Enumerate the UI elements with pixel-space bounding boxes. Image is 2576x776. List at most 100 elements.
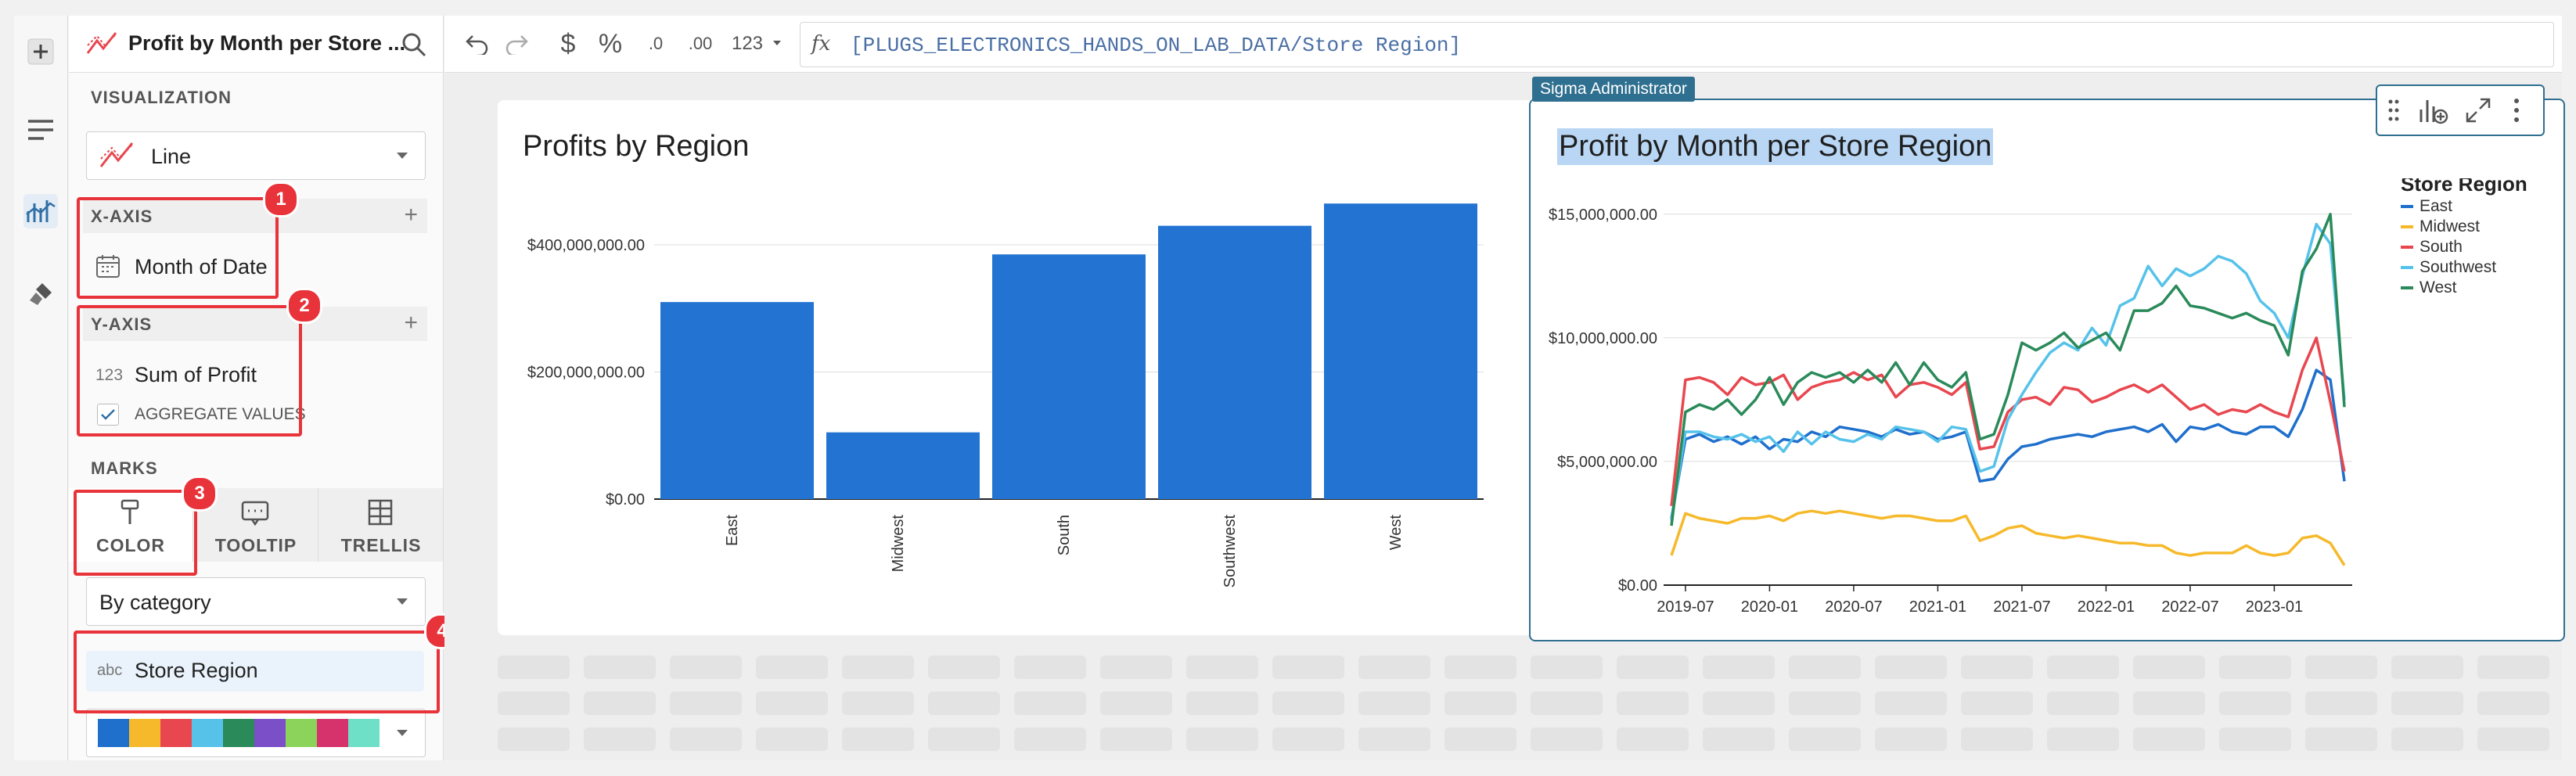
decrease-decimals-button[interactable]: .0 [640, 28, 671, 59]
visualization-label: VISUALIZATION [91, 88, 232, 107]
placeholder-cell [1531, 692, 1603, 715]
placeholder-cell [1445, 656, 1516, 679]
line-chart-title[interactable]: Profit by Month per Store Region [1557, 128, 1994, 165]
bar-chart-card[interactable]: Profits by Region $0.00 $200,000,000.00 $4… [498, 100, 1559, 635]
y-tick-label: $15,000,000.00 [1549, 207, 1657, 224]
editor-panel: Profit by Month per Store ... VISUALIZAT… [69, 16, 460, 760]
placeholder-cell [756, 656, 828, 679]
placeholder-cell [2305, 656, 2377, 679]
panel-header: Profit by Month per Store ... [69, 16, 443, 73]
placeholder-cell [1875, 728, 1947, 751]
color-mode-select[interactable]: By category [86, 577, 426, 626]
placeholder-cell [670, 692, 742, 715]
color-mode-value: By category [99, 591, 211, 614]
palette-select[interactable] [86, 709, 426, 757]
format-brush-icon[interactable] [23, 277, 58, 311]
palette-swatch [129, 719, 160, 747]
annotation-box-3 [74, 490, 197, 576]
workbook-canvas: Profits by Region $0.00 $200,000,000.00 $4… [444, 74, 2565, 760]
placeholder-cell [2219, 728, 2291, 751]
placeholder-cell [756, 692, 828, 715]
placeholder-cell [1358, 692, 1430, 715]
percent-format-button[interactable]: % [595, 28, 626, 59]
x-tick-label: East [724, 515, 741, 546]
palette-swatch [254, 719, 286, 747]
x-tick-label: Midwest [890, 515, 907, 573]
x-tick-label: 2021-01 [1909, 598, 1966, 616]
palette-swatch [160, 719, 192, 747]
tab-trellis[interactable]: TRELLIS [319, 488, 443, 562]
formula-bar[interactable]: fx [PLUGS_ELECTRONICS_HANDS_ON_LAB_DATA/… [800, 22, 2554, 67]
placeholder-cell [498, 656, 570, 679]
formula-text[interactable]: [PLUGS_ELECTRONICS_HANDS_ON_LAB_DATA/Sto… [851, 34, 1461, 57]
placeholder-cell [2391, 728, 2463, 751]
placeholder-cell [2133, 728, 2205, 751]
line-chart-card[interactable]: Profit by Month per Store Region $0.00 $5… [1529, 99, 2565, 641]
placeholder-cell [842, 692, 914, 715]
currency-format-button[interactable]: $ [552, 28, 584, 59]
add-x-axis-icon[interactable]: + [404, 202, 418, 228]
left-rail [14, 16, 68, 760]
placeholder-cell [584, 692, 656, 715]
x-tick-label: 2022-01 [2078, 598, 2135, 616]
placeholder-cell [1272, 692, 1344, 715]
placeholder-cell [2047, 728, 2119, 751]
add-chart-icon[interactable] [2418, 95, 2449, 129]
outline-icon[interactable] [23, 113, 58, 147]
line-chart: $0.00 $5,000,000.00 $10,000,000.00 $15,000,… [1549, 178, 2527, 616]
x-tick-label: West [1387, 515, 1405, 551]
placeholder-cell [670, 656, 742, 679]
legend: Store RegionEast Midwest South Southwest Wes… [2401, 178, 2527, 296]
palette-swatch [317, 719, 348, 747]
placeholder-cell [1358, 656, 1430, 679]
grid-icon [368, 499, 393, 526]
marks-label: MARKS [91, 458, 158, 478]
chevron-down-icon [397, 730, 408, 736]
placeholder-cell [1617, 656, 1689, 679]
formula-toolbar: $ % .0 .00 123 fx [PLUGS_ELECTRONICS_HAN… [444, 16, 2562, 73]
annotation-box-4 [74, 630, 440, 713]
legend-item: East [2419, 197, 2452, 215]
placeholder-cell [1531, 656, 1603, 679]
add-icon[interactable] [23, 34, 58, 69]
chevron-down-icon [397, 153, 408, 159]
drag-handle-icon[interactable] [2388, 99, 2399, 126]
placeholder-cell [1445, 728, 1516, 751]
redo-icon[interactable] [501, 28, 532, 59]
element-title[interactable]: Profit by Month per Store ... [128, 31, 405, 56]
x-tick-label: South [1056, 515, 1073, 555]
increase-decimals-button[interactable]: .00 [681, 28, 720, 59]
undo-icon[interactable] [462, 28, 493, 59]
placeholder-cell [2477, 656, 2549, 679]
palette-swatch [192, 719, 223, 747]
legend-item: West [2419, 278, 2457, 296]
x-tick-label: 2021-07 [1993, 598, 2050, 616]
search-icon[interactable] [401, 31, 427, 62]
placeholder-cell [928, 692, 1000, 715]
number-format-select[interactable]: 123 [728, 28, 767, 59]
x-tick-label: 2022-07 [2161, 598, 2218, 616]
add-y-axis-icon[interactable]: + [404, 310, 418, 336]
chart-type-select[interactable]: Line [86, 131, 426, 180]
placeholder-cell [1186, 656, 1258, 679]
more-options-icon[interactable] [2512, 97, 2521, 128]
placeholder-cell [1014, 728, 1086, 751]
placeholder-cell [1961, 692, 2033, 715]
y-tick-label: $200,000,000.00 [527, 365, 645, 382]
placeholder-cell [1789, 692, 1861, 715]
placeholder-cell [1186, 692, 1258, 715]
series-line-west [1670, 213, 2346, 526]
placeholder-cell [2305, 692, 2377, 715]
placeholder-cell [2047, 656, 2119, 679]
expand-icon[interactable] [2465, 97, 2491, 128]
placeholder-cell [498, 692, 570, 715]
admin-presence-tag: Sigma Administrator [1532, 77, 1695, 102]
placeholder-cell [1445, 692, 1516, 715]
placeholder-cell [1703, 692, 1775, 715]
palette-swatch [348, 719, 380, 747]
chevron-down-icon [397, 598, 408, 605]
placeholder-cell [1100, 692, 1172, 715]
placeholder-cell [2133, 656, 2205, 679]
placeholder-cell [2477, 692, 2549, 715]
element-properties-icon[interactable] [23, 194, 58, 228]
